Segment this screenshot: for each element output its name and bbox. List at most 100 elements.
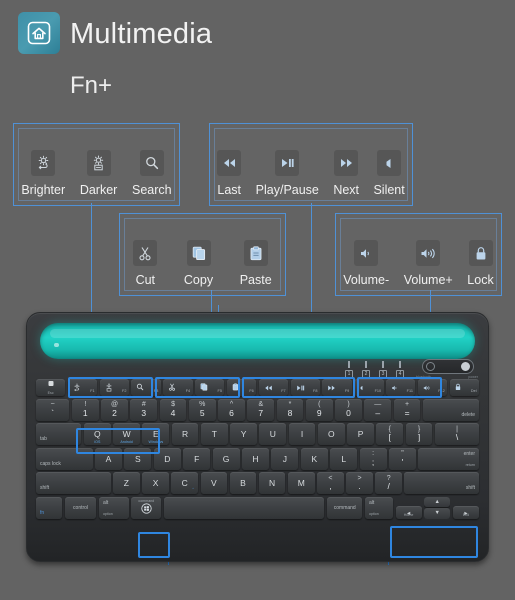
a-key[interactable]: A [95, 447, 122, 470]
g-key[interactable]: G [212, 447, 240, 470]
f8-key[interactable]: F8 [290, 379, 320, 396]
digit-9-key[interactable]: (9 [305, 398, 333, 421]
callout-item-next[interactable]: Next [333, 150, 359, 197]
f6-key[interactable]: F6 [226, 379, 257, 396]
callout-item-volume-up[interactable]: Volume+ [404, 240, 453, 287]
key-label: Q [94, 429, 101, 439]
f7-key[interactable]: F7 [258, 379, 289, 396]
shift-right-key[interactable]: shift [404, 472, 480, 494]
del-key[interactable]: Del [449, 379, 480, 396]
q-key[interactable]: QiOS [83, 423, 111, 445]
callout-item-brighter[interactable]: Brighter [21, 150, 65, 197]
f2-key[interactable]: F2 [99, 379, 129, 396]
control-key[interactable]: control [64, 496, 97, 519]
arrow-down-key[interactable]: ▼ [424, 508, 451, 519]
tab-key[interactable]: tab [36, 423, 82, 445]
tilde-key[interactable]: ~ ` [36, 398, 70, 421]
digit-3-key[interactable]: #3 [130, 398, 158, 421]
alt-option-right-key[interactable]: alt option [364, 496, 394, 519]
digit-6-key[interactable]: ^ 6 [218, 398, 245, 421]
digit-4-key[interactable]: $4 [159, 398, 187, 421]
command-right-key[interactable]: command [326, 496, 363, 519]
equals-key[interactable]: + = [393, 398, 421, 421]
volume-down-icon [354, 240, 379, 266]
command-windows-key[interactable]: command [131, 496, 162, 519]
i-key[interactable]: I [288, 423, 316, 445]
b-key[interactable]: B [229, 472, 257, 494]
backslash-key[interactable]: | \ [434, 423, 480, 445]
slash-key[interactable]: ? / [375, 472, 402, 494]
arrow-up-key[interactable]: ▲ [424, 496, 451, 507]
m-key[interactable]: M [287, 472, 315, 494]
alt-option-left-key[interactable]: alt option [98, 496, 129, 519]
bluetooth-power-switch[interactable] [422, 359, 474, 374]
u-key[interactable]: U [259, 423, 287, 445]
l-key[interactable]: L [330, 447, 358, 470]
key-label: tab [40, 436, 47, 442]
p-key[interactable]: P [347, 423, 374, 445]
delete-key[interactable]: delete [422, 398, 480, 421]
f10-key[interactable]: F10 [354, 379, 384, 396]
esc-key[interactable]: Esc [36, 379, 66, 396]
quote-key[interactable]: " ' [389, 447, 416, 470]
f1-key[interactable]: F1 [67, 379, 98, 396]
caps-lock-key[interactable]: caps lock [36, 447, 93, 470]
k-key[interactable]: K [300, 447, 328, 470]
digit-0-key[interactable]: ) 0 [335, 398, 362, 421]
t-key[interactable]: T [200, 423, 228, 445]
callout-item-darker[interactable]: Darker [80, 150, 117, 197]
arrow-updown-key[interactable]: ▲ ▼ [424, 496, 451, 519]
x-key[interactable]: X [142, 472, 169, 494]
w-key[interactable]: W Android [113, 423, 140, 445]
n-key[interactable]: N [258, 472, 286, 494]
e-key[interactable]: E Windows [142, 423, 170, 445]
bracket-right-key[interactable]: }] [405, 423, 433, 445]
arrow-right-key[interactable]: ► End [452, 505, 480, 519]
v-key[interactable]: V [200, 472, 228, 494]
callout-item-copy[interactable]: Copy [184, 240, 213, 287]
callout-item-volume-down[interactable]: Volume- [343, 240, 389, 287]
period-key[interactable]: >. [346, 472, 373, 494]
callout-item-search[interactable]: Search [132, 150, 172, 197]
f4-key[interactable]: F4 [163, 379, 193, 396]
shift-left-key[interactable]: shift [36, 472, 111, 494]
comma-key[interactable]: <, [317, 472, 344, 494]
f-key[interactable]: F [183, 447, 211, 470]
num-lock-indicator: 2 [362, 361, 370, 378]
callout-item-lock[interactable]: Lock [467, 240, 494, 287]
f5-key[interactable]: F5 [195, 379, 225, 396]
callout-item-play-pause[interactable]: Play/Pause [256, 150, 319, 197]
digit-8-key[interactable]: * 8 [276, 398, 304, 421]
f11-key[interactable]: F11 [386, 379, 416, 396]
bracket-left-key[interactable]: {[ [376, 423, 404, 445]
r-key[interactable]: R [171, 423, 199, 445]
c-key[interactable]: C ◦ [171, 472, 198, 494]
s-key[interactable]: S [124, 447, 152, 470]
z-key[interactable]: Z [113, 472, 140, 494]
h-key[interactable]: H [242, 447, 269, 470]
callout-item-cut[interactable]: Cut [133, 240, 158, 287]
f3-key[interactable]: F3 [131, 379, 161, 396]
f12-key[interactable]: F12 [417, 379, 448, 396]
key-sublabel: End [462, 513, 470, 517]
enter-key[interactable]: enter return [418, 447, 479, 470]
d-key[interactable]: D [153, 447, 181, 470]
key-label: T [211, 429, 217, 439]
y-key[interactable]: Y [230, 423, 257, 445]
callout-item-label: Silent [373, 183, 405, 197]
digit-2-key[interactable]: @2 [101, 398, 128, 421]
digit-7-key[interactable]: & 7 [247, 398, 275, 421]
j-key[interactable]: J [271, 447, 299, 470]
arrow-left-key[interactable]: ◄ Home [395, 505, 422, 519]
fn-key[interactable]: fn [36, 496, 63, 519]
f9-key[interactable]: F9 [322, 379, 352, 396]
space-key[interactable] [163, 496, 325, 519]
o-key[interactable]: O [317, 423, 345, 445]
callout-item-last[interactable]: Last [217, 150, 242, 197]
digit-5-key[interactable]: % 5 [188, 398, 216, 421]
callout-item-paste[interactable]: Paste [240, 240, 272, 287]
callout-item-silent[interactable]: Silent [373, 150, 405, 197]
minus-key[interactable]: — – [364, 398, 392, 421]
semicolon-key[interactable]: :; [359, 447, 387, 470]
digit-1-key[interactable]: ! 1 [71, 398, 99, 421]
